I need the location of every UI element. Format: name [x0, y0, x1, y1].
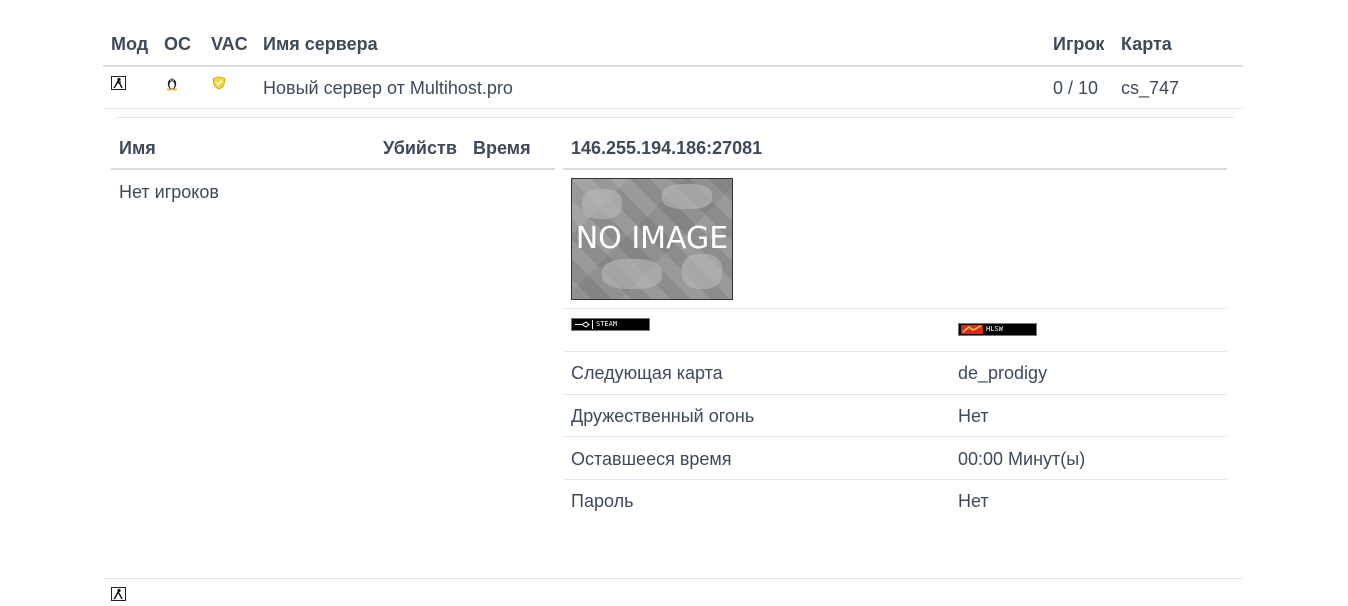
hlsw-connect-button[interactable]: HLSW	[958, 323, 1037, 336]
steam-connect-button[interactable]: STEAM	[571, 318, 650, 331]
column-header-vac[interactable]: VAC	[211, 34, 248, 55]
row-divider	[103, 578, 1243, 579]
password-value: Нет	[958, 491, 989, 511]
players-header-divider	[111, 168, 555, 170]
time-left-label: Оставшееся время	[571, 449, 732, 469]
column-header-players[interactable]: Игрок	[1053, 34, 1104, 55]
image-divider	[563, 308, 1227, 309]
cs-mod-icon	[111, 76, 126, 90]
vac-shield-icon	[212, 76, 226, 90]
cs-mod-icon	[111, 587, 126, 601]
no-players-text: Нет игроков	[119, 182, 219, 202]
next-map-label: Следующая карта	[571, 363, 723, 383]
details-top-divider	[116, 117, 1234, 118]
time-left-value: 00:00 Минут(ы)	[958, 449, 1086, 469]
friendly-fire-value: Нет	[958, 406, 989, 426]
next-map-value: de_prodigy	[958, 363, 1048, 383]
info-divider	[563, 351, 1227, 352]
column-header-map[interactable]: Карта	[1121, 34, 1172, 55]
linux-tux-icon	[164, 75, 180, 91]
header-divider	[103, 65, 1243, 67]
players-column-kills[interactable]: Убийств	[383, 138, 457, 159]
column-header-server-name[interactable]: Имя сервера	[263, 34, 378, 55]
hlsw-logo-icon	[961, 325, 983, 334]
server-address[interactable]: 146.255.194.186:27081	[571, 138, 762, 159]
server-name-link[interactable]: Новый сервер от Multihost.pro	[263, 78, 513, 99]
row-divider	[103, 108, 1243, 109]
current-map: cs_747	[1121, 78, 1180, 98]
column-header-os[interactable]: ОС	[164, 34, 191, 55]
friendly-fire-label: Дружественный огонь	[571, 406, 755, 426]
players-column-name[interactable]: Имя	[119, 138, 156, 159]
server-header-divider	[563, 168, 1227, 170]
column-header-mod[interactable]: Мод	[111, 34, 148, 55]
info-divider	[563, 436, 1227, 437]
info-divider	[563, 479, 1227, 480]
map-preview-image: NO IMAGE	[571, 178, 733, 300]
info-divider	[563, 394, 1227, 395]
players-column-time[interactable]: Время	[473, 138, 531, 159]
map-preview-placeholder-text: NO IMAGE	[575, 221, 729, 256]
steam-logo-icon	[574, 320, 593, 329]
player-count: 0 / 10	[1053, 78, 1099, 98]
password-label: Пароль	[571, 491, 634, 511]
